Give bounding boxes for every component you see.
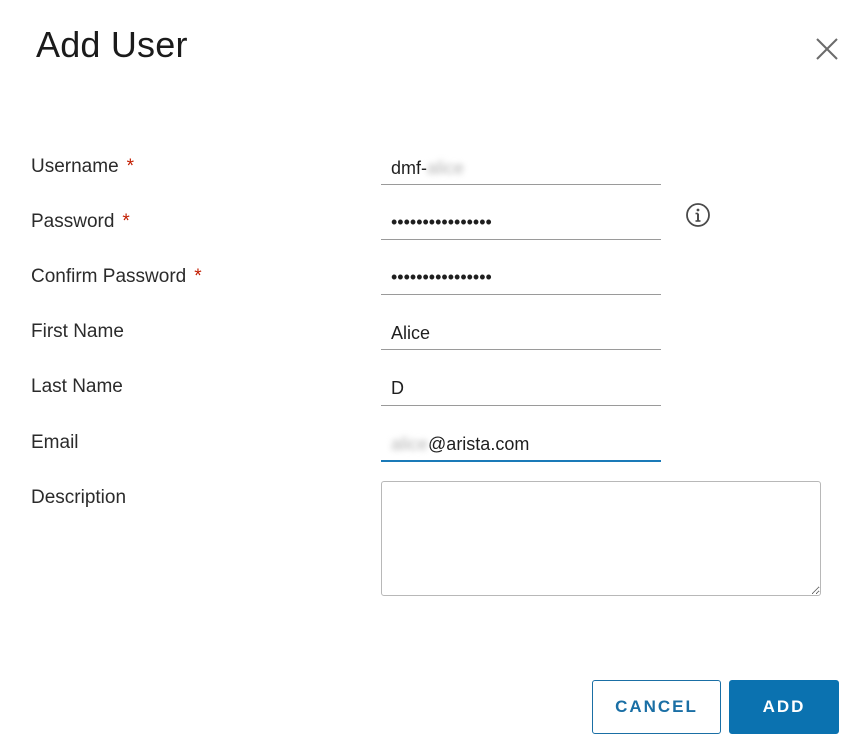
description-textarea[interactable] — [381, 481, 821, 596]
last-name-value: D — [391, 378, 404, 398]
username-value: dmf-alice — [391, 157, 464, 179]
add-button[interactable]: ADD — [729, 680, 839, 734]
info-icon[interactable] — [685, 202, 711, 228]
last-name-label: Last Name — [31, 376, 123, 397]
required-marker: * — [126, 156, 135, 177]
close-icon[interactable] — [814, 36, 840, 62]
confirm-password-label-text: Confirm Password — [31, 266, 187, 287]
password-field[interactable]: •••••••••••••••• — [381, 210, 661, 240]
username-label: Username * — [31, 155, 134, 179]
last-name-field[interactable]: D — [381, 375, 661, 406]
description-textarea-wrap — [381, 481, 821, 596]
first-name-row: First Name Alice — [0, 320, 864, 360]
username-value-prefix: dmf- — [391, 158, 427, 178]
username-field[interactable]: dmf-alice — [381, 155, 661, 185]
username-label-text: Username — [31, 156, 119, 177]
required-marker: * — [122, 211, 130, 232]
email-value: alice@arista.com — [391, 433, 529, 455]
email-label: Email — [31, 432, 79, 453]
email-field[interactable]: alice@arista.com — [381, 431, 661, 462]
cancel-button[interactable]: CANCEL — [592, 680, 721, 734]
email-row: Email alice@arista.com — [0, 431, 864, 471]
required-marker: * — [194, 266, 202, 287]
last-name-row: Last Name D — [0, 375, 864, 415]
first-name-value: Alice — [391, 323, 431, 343]
password-value: •••••••••••••••• — [391, 212, 492, 232]
password-label-text: Password — [31, 211, 115, 232]
username-value-obscured: alice — [427, 158, 465, 178]
email-value-obscured: alice — [391, 434, 429, 454]
confirm-password-field[interactable]: •••••••••••••••• — [381, 265, 661, 295]
first-name-label: First Name — [31, 321, 124, 342]
password-label: Password * — [31, 210, 130, 234]
add-user-dialog: Add User Username * dmf-alice Password * •… — [0, 0, 864, 753]
email-value-suffix: @arista.com — [428, 434, 530, 454]
confirm-password-value: •••••••••••••••• — [391, 267, 492, 287]
confirm-password-row: Confirm Password * •••••••••••••••• — [0, 265, 864, 305]
description-label: Description — [31, 487, 127, 508]
dialog-title: Add User — [36, 24, 188, 65]
confirm-password-label: Confirm Password * — [31, 265, 202, 289]
password-row: Password * •••••••••••••••• — [0, 210, 864, 250]
username-row: Username * dmf-alice — [0, 155, 864, 195]
first-name-field[interactable]: Alice — [381, 320, 661, 350]
